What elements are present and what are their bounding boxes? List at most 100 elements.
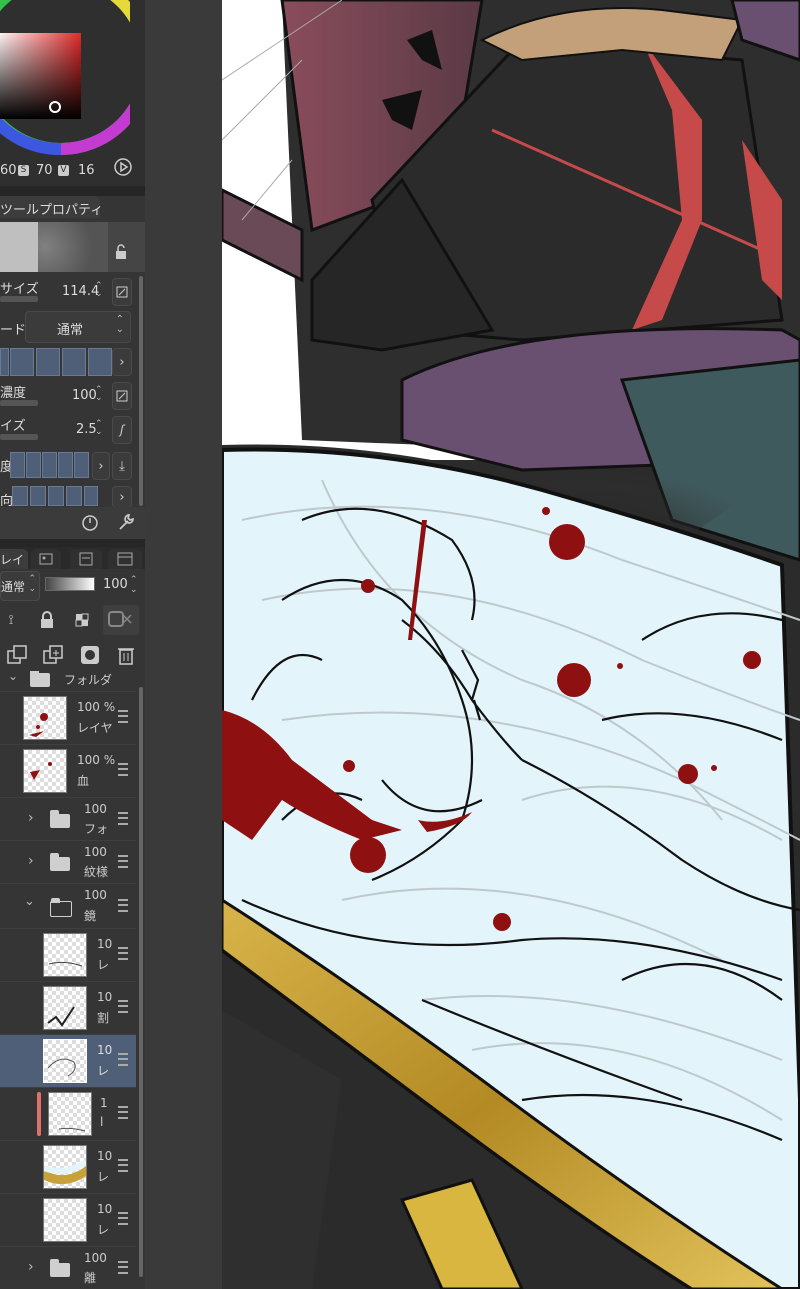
size-stepper[interactable]: ⌃ ⌄ [95,282,103,299]
chevron-right-icon[interactable]: › [28,853,34,869]
mode-select[interactable]: 通常 ⌃ ⌄ [25,311,131,343]
blend-mode-select[interactable]: 通常 ⌃ ⌄ [0,571,40,601]
menu-icon[interactable] [118,855,128,868]
density-pressure-button[interactable] [112,382,132,410]
layer-panel: レイ 通常 ⌃ ⌄ 100 ⌃ ⌄ ⟟ ⌄ フォルダ 100 % レイヤ 100… [0,547,145,1289]
size-slider[interactable] [0,296,38,302]
download-icon[interactable]: ⤓ [112,452,132,480]
layer-row-folder[interactable]: ⌄ フォルダ [0,671,136,692]
tool-property-scrollbar[interactable] [139,276,143,506]
chevron-updown-icon: ⌃ ⌄ [115,314,124,335]
layer-row[interactable]: 10 レ [0,1141,136,1194]
clipping-button[interactable] [103,605,139,635]
opacity-slider[interactable] [45,577,95,591]
density-slider[interactable] [0,400,38,406]
tab-tool-property-label: ツールプロパティ [0,203,104,218]
layer-row[interactable]: 10 割 [0,982,136,1035]
menu-icon[interactable] [118,1261,128,1274]
chevron-right-icon[interactable]: › [28,810,34,826]
layer-name: レ [97,1170,110,1184]
wrench-icon[interactable] [116,512,136,532]
size-value[interactable]: 114.4 [62,284,99,299]
menu-icon[interactable] [118,710,128,723]
chevron-right-icon[interactable]: › [112,348,132,376]
layer-opacity: 100 [84,845,107,859]
blend-selector[interactable] [10,452,90,478]
tab-tool-property[interactable]: ツールプロパティ [0,196,104,218]
diagonal-box-icon [116,390,128,402]
layer-opacity: 10 [97,1149,113,1163]
menu-icon[interactable] [118,763,128,776]
play-circle-icon[interactable] [113,157,133,177]
menu-icon[interactable] [118,812,128,825]
layer-tabs: レイ [0,547,145,569]
tab-layer-label: レイ [0,553,25,567]
tab-layer-property[interactable] [70,549,102,569]
layer-row[interactable]: 100 % 血 [0,745,136,798]
folder-open-icon [50,898,72,917]
menu-icon[interactable] [118,1159,128,1172]
brush-size-pressure-button[interactable]: ʃ [112,416,132,444]
layer-row-selected[interactable]: 10 レ [0,1035,136,1088]
menu-icon[interactable] [118,947,128,960]
unlock-icon[interactable] [114,244,128,260]
chevron-right-icon[interactable]: › [112,486,132,508]
layer-name: フォ [84,822,109,836]
chevron-updown-icon: ⌃ ⌄ [28,574,36,594]
ruler-icon[interactable]: ⟟ [0,609,22,631]
opacity-stepper[interactable]: ⌃ ⌄ [130,575,138,595]
color-wheel[interactable] [0,0,130,170]
chevron-down-icon[interactable]: ⌄ [8,671,18,683]
new-folder-layer-icon[interactable] [42,644,66,666]
chevron-down-icon[interactable]: ⌄ [24,894,35,909]
lock-icon[interactable] [38,611,56,629]
layer-list-scrollbar[interactable] [139,687,143,1277]
layer-opacity: 100 [84,802,107,816]
layer-name: レイヤ [77,721,113,735]
stopwatch-icon[interactable] [80,512,100,532]
density-stepper[interactable]: ⌃ ⌄ [95,386,103,403]
layer-row-folder[interactable]: › 100 離 [0,1247,136,1289]
panel-divider [0,186,145,196]
chevron-right-icon[interactable]: › [92,452,110,480]
clip-icon [108,611,132,627]
anti-alias-selector[interactable] [0,348,112,376]
brush-size-value[interactable]: 2.5 [76,422,97,437]
size-pressure-button[interactable] [112,278,132,306]
layer-name: レ [97,1223,110,1237]
drawing-canvas[interactable] [222,0,800,1289]
layer-color-tag [37,1092,41,1136]
menu-icon[interactable] [118,1106,128,1119]
layer-row-folder[interactable]: › 100 フォ [0,798,136,841]
tab-layer[interactable]: レイ [0,549,28,569]
mask-icon[interactable] [79,644,101,666]
menu-icon[interactable] [118,899,128,912]
hue-value: 60 [0,163,17,178]
opacity-value[interactable]: 100 [103,577,128,592]
layer-row[interactable]: 10 レ [0,1194,136,1247]
image-icon [39,553,53,565]
layer-row-folder[interactable]: › 100 紋様 [0,841,136,884]
tab-material[interactable] [108,549,142,569]
layer-row-folder[interactable]: ⌄ 100 鏡 [0,884,136,929]
chevron-right-icon[interactable]: › [28,1259,34,1275]
transparency-lock-icon[interactable] [73,611,91,629]
layer-row[interactable]: 100 % レイヤ [0,692,136,745]
menu-icon[interactable] [118,1053,128,1066]
tool-property-footer [0,507,145,539]
density-value[interactable]: 100 [72,388,97,403]
folder-icon [50,1259,70,1277]
new-layer-icon[interactable] [6,644,30,666]
layer-row[interactable]: 1 l [0,1088,136,1141]
menu-icon[interactable] [118,1212,128,1225]
menu-icon[interactable] [118,1000,128,1013]
mode-label: ード [0,323,27,338]
brush-size-stepper[interactable]: ⌃ ⌄ [95,420,103,437]
trash-icon[interactable] [117,644,135,666]
layer-row[interactable]: 10 レ [0,929,136,982]
brush-size-slider[interactable] [0,434,38,440]
tool-property-panel: ツールプロパティ サイズ 114.4 ⌃ ⌄ ード 通常 ⌃ ⌄ › 濃度 10… [0,196,145,539]
saturation-value: 70 [36,163,53,178]
tab-navigator[interactable] [31,549,61,569]
direction-selector[interactable] [12,486,98,506]
